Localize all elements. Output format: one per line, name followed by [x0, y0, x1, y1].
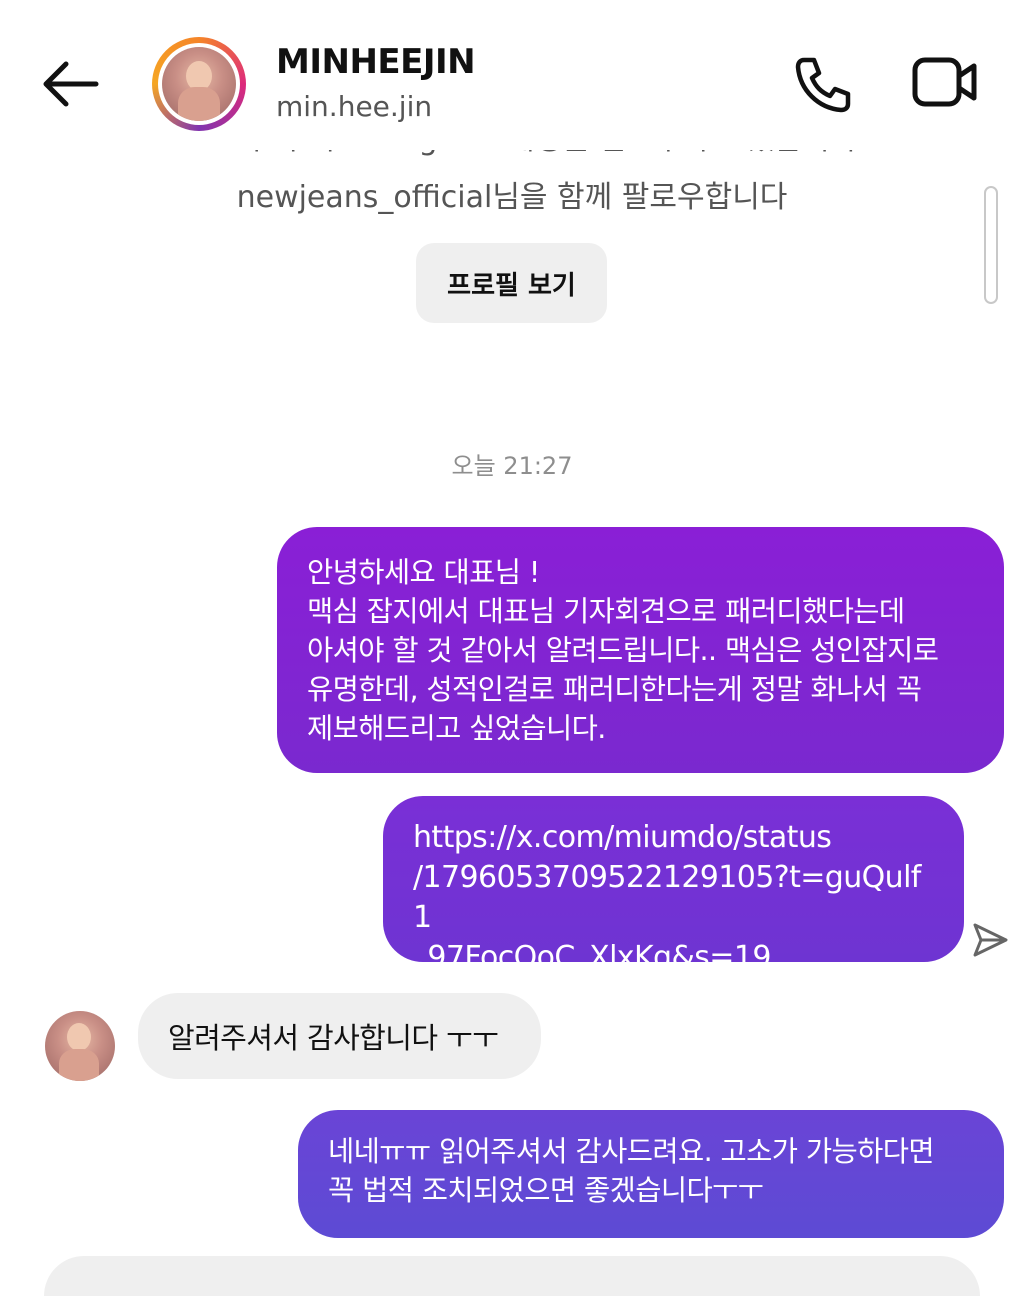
link-line[interactable]: /1796053709522129105?t=guQulf1: [413, 858, 934, 938]
mutual-follow-text: newjeans_official님을 함께 팔로우합니다: [236, 180, 788, 215]
profile-avatar[interactable]: [152, 37, 246, 131]
display-name[interactable]: MINHEEJIN: [276, 42, 476, 82]
outgoing-link-bubble[interactable]: https://x.com/miumdo/status /17960537095…: [383, 796, 964, 975]
message-line: 유명한데, 성적인걸로 패러디한다는게 정말 화나서 꼭: [307, 673, 922, 706]
sender-avatar[interactable]: [45, 1011, 115, 1081]
avatar-image: [162, 47, 236, 121]
username[interactable]: min.hee.jin: [276, 90, 432, 123]
back-button[interactable]: [38, 56, 102, 112]
chat-header: MINHEEJIN min.hee.jin: [0, 0, 1024, 150]
back-arrow-icon: [43, 61, 99, 107]
message-line: 네네ㅠㅠ 읽어주셔서 감사드려요. 고소가 가능하다면: [328, 1135, 935, 1168]
scrollbar[interactable]: [984, 186, 998, 304]
incoming-message-bubble[interactable]: 알려주셔서 감사합니다 ㅜㅜ: [138, 993, 541, 1079]
video-camera-icon: [912, 57, 977, 107]
outgoing-message-bubble[interactable]: 안녕하세요 대표님 ! 맥심 잡지에서 대표님 기자회견으로 패러디했다는데 아…: [277, 527, 1004, 773]
link-line[interactable]: _97FocQoC_XlxKg&s=19: [413, 938, 934, 978]
view-profile-button[interactable]: 프로필 보기: [416, 243, 607, 323]
link-line[interactable]: https://x.com/miumdo/status: [413, 818, 934, 858]
message-line: 맥심 잡지에서 대표님 기자회견으로 패러디했다는데: [307, 595, 905, 628]
message-timestamp: 오늘 21:27: [451, 452, 573, 480]
send-icon: [973, 923, 1008, 957]
message-line: 안녕하세요 대표님 !: [307, 556, 540, 589]
outgoing-message-bubble[interactable]: 네네ㅠㅠ 읽어주셔서 감사드려요. 고소가 가능하다면 꼭 법적 조치되었으면 …: [298, 1110, 1004, 1238]
message-line: 아셔야 할 것 같아서 알려드립니다.. 맥심은 성인잡지로: [307, 634, 939, 667]
message-line: 제보해드리고 싶었습니다.: [307, 712, 606, 745]
phone-icon: [795, 57, 851, 113]
video-call-button[interactable]: [910, 54, 980, 110]
next-message-bubble-edge: [44, 1256, 980, 1296]
call-button[interactable]: [790, 54, 854, 114]
message-line: 꼭 법적 조치되었으면 좋겠습니다ㅜㅜ: [328, 1174, 764, 1207]
share-button[interactable]: [970, 920, 1010, 960]
